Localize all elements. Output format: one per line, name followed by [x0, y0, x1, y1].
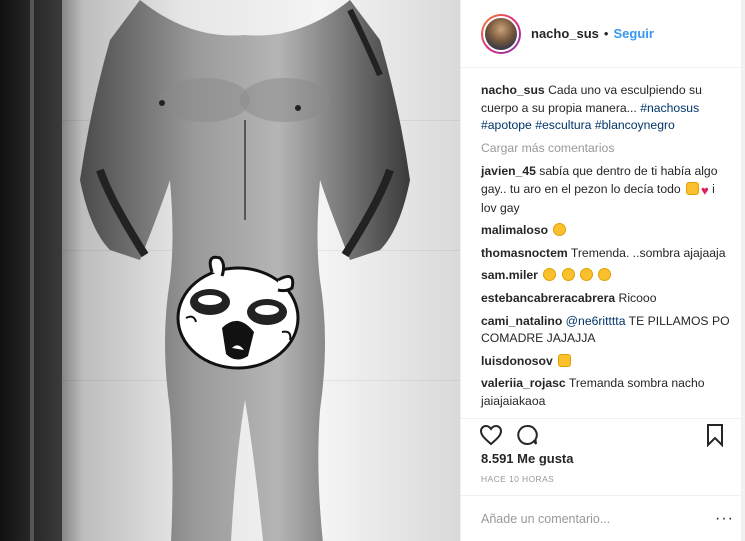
avatar[interactable]: [481, 13, 521, 54]
caption-username[interactable]: nacho_sus: [481, 83, 545, 97]
follow-button[interactable]: Seguir: [613, 26, 653, 41]
censor-sticker: [176, 255, 300, 370]
load-more-comments[interactable]: Cargar más comentarios: [481, 140, 733, 158]
comment-item: malimaloso: [481, 222, 733, 240]
comment-item: javien_45 sabía que dentro de ti había a…: [481, 163, 733, 217]
add-comment-bar: ···: [461, 495, 745, 541]
ok-hand-emoji-icon: [558, 353, 572, 367]
smile-emoji-icon: [543, 268, 557, 282]
comment-username[interactable]: malimaloso: [481, 223, 548, 237]
hashtag[interactable]: #escultura: [535, 118, 591, 132]
bookmark-icon[interactable]: [705, 423, 725, 447]
post-header: nacho_sus • Seguir: [461, 0, 745, 68]
heart-eyes-emoji-icon: [553, 223, 567, 237]
comment-username[interactable]: cami_natalino: [481, 314, 562, 328]
comment-text: Ricooo: [618, 290, 657, 305]
caption: nacho_sus Cada uno va esculpiendo su cue…: [481, 82, 733, 135]
action-bar: [461, 418, 745, 452]
comment-username[interactable]: valeriia_rojasc: [481, 376, 566, 390]
likes-count[interactable]: 8.591 Me gusta: [481, 451, 574, 466]
ok-hand-emoji-icon: [686, 181, 700, 195]
comment-username[interactable]: luisdonosov: [481, 354, 553, 368]
comment-username[interactable]: estebancabreracabrera: [481, 291, 615, 305]
comment-username[interactable]: thomasnoctem: [481, 246, 568, 260]
hashtag[interactable]: #blancoynegro: [595, 118, 675, 132]
heart-icon[interactable]: [479, 423, 503, 447]
hashtag[interactable]: #nachosus: [640, 101, 699, 115]
smile-emoji-icon: [580, 268, 594, 282]
post-timestamp: HACE 10 HORAS: [481, 474, 555, 484]
header-username[interactable]: nacho_sus: [531, 26, 599, 41]
comment-text: Tremenda. ..sombra ajajaaja: [570, 245, 726, 260]
header-separator: •: [603, 26, 609, 41]
smile-emoji-icon: [561, 268, 575, 282]
more-options-icon[interactable]: ···: [715, 510, 734, 528]
post-container: nacho_sus • Seguir nacho_sus Cada uno va…: [0, 0, 745, 541]
comment-item: cami_natalino @ne6ritttta TE PILLAMOS PO…: [481, 313, 733, 348]
smile-emoji-icon: [598, 268, 612, 282]
post-photo[interactable]: [0, 0, 460, 541]
comment-item: sam.miler: [481, 267, 733, 285]
comment-username[interactable]: sam.miler: [481, 268, 538, 282]
comments-list: nacho_sus Cada uno va esculpiendo su cue…: [481, 82, 733, 416]
comment-username[interactable]: javien_45: [481, 164, 536, 178]
comment-item: thomasnoctem Tremenda. ..sombra ajajaaja: [481, 245, 733, 263]
comment-item: estebancabreracabrera Ricooo: [481, 290, 733, 308]
heart-emoji-icon: ♥: [701, 182, 709, 198]
comment-item: valeriia_rojasc Tremanda sombra nacho ja…: [481, 375, 733, 410]
comment-item: luisdonosov: [481, 353, 733, 371]
hashtag[interactable]: #apotope: [481, 118, 532, 132]
scrollbar[interactable]: [741, 0, 745, 541]
post-sidebar: nacho_sus • Seguir nacho_sus Cada uno va…: [460, 0, 745, 541]
comment-icon[interactable]: [515, 423, 539, 447]
add-comment-input[interactable]: [481, 511, 716, 526]
comment-mention[interactable]: @ne6ritttta: [566, 314, 626, 328]
